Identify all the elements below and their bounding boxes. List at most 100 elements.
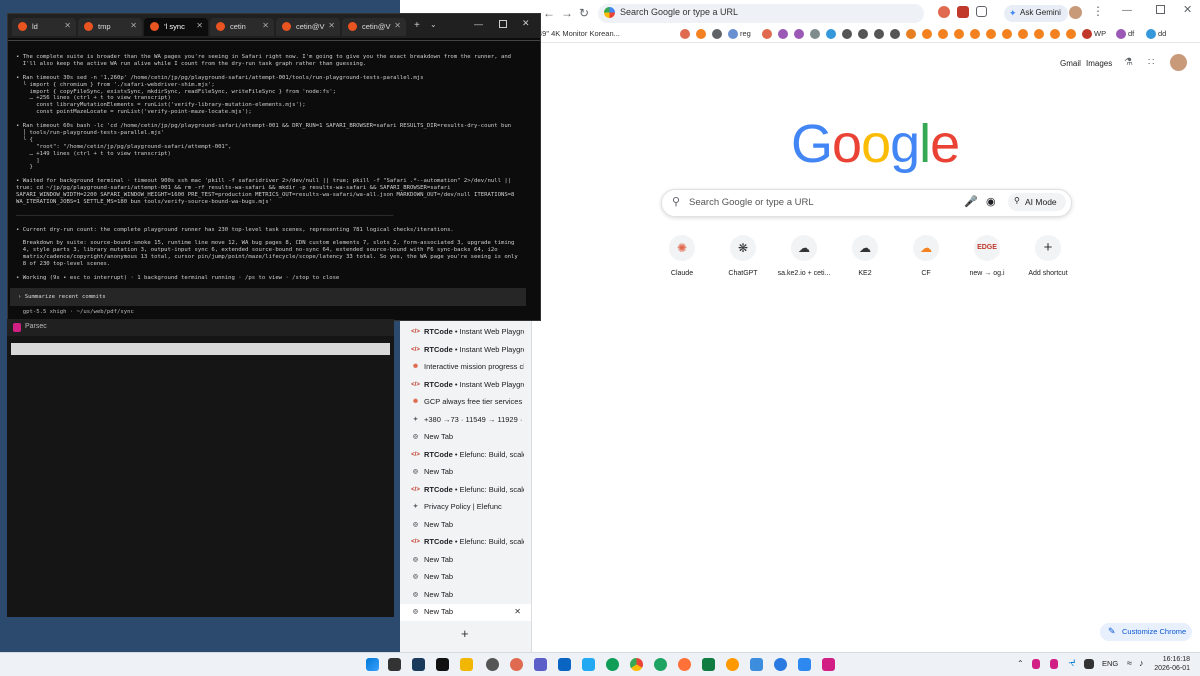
close-icon[interactable]: ✕ [328, 21, 335, 30]
vertical-tab[interactable]: </> RTCode • Instant Web Playgrou [400, 342, 531, 359]
vertical-tab[interactable]: </> RTCode • Elefunc: Build, scale, a [400, 447, 531, 464]
remote-desktop-screen[interactable] [11, 343, 390, 355]
file-explorer-icon[interactable] [460, 658, 473, 671]
app-icon[interactable] [726, 658, 739, 671]
customize-chrome-button[interactable]: ✎ Customize Chrome [1100, 623, 1192, 641]
bookmark-icon[interactable] [906, 29, 916, 39]
new-tab-plus-icon[interactable]: + [414, 20, 420, 31]
clock-time[interactable]: 16:16:18 [1152, 656, 1190, 663]
close-icon[interactable]: ✕ [394, 21, 401, 30]
ask-gemini-button[interactable]: ✦ Ask Gemini [1004, 5, 1068, 22]
shortcut-claude[interactable]: ✺ Claude [654, 235, 710, 277]
terminal-tab[interactable]: cetin@V ✕ [342, 18, 406, 36]
bookmark-icon[interactable] [890, 29, 900, 39]
menu-kebab-icon[interactable]: ⋮ [1092, 4, 1104, 18]
vertical-tab[interactable]: </> RTCode • Instant Web Playgrou [400, 377, 531, 394]
chevron-down-icon[interactable]: ⌄ [430, 20, 437, 29]
close-icon[interactable]: ✕ [522, 18, 530, 29]
app-icon[interactable] [774, 658, 787, 671]
app-icon[interactable] [798, 658, 811, 671]
minimize-icon[interactable]: — [1122, 5, 1132, 16]
shortcut-cf[interactable]: ☁ CF [898, 235, 954, 277]
vertical-tab[interactable]: ◎ New Tab [400, 464, 531, 481]
shortcut-ke2[interactable]: ☁ KE2 [837, 235, 893, 277]
close-icon[interactable]: ✕ [1183, 3, 1192, 16]
new-tab-plus-icon[interactable]: + [461, 626, 469, 641]
vertical-tab[interactable]: </> RTCode • Instant Web Playgrou [400, 324, 531, 341]
bookmark-icon[interactable] [922, 29, 932, 39]
app-icon[interactable] [412, 658, 425, 671]
clock-date[interactable]: 2026-06-01 [1152, 665, 1190, 672]
tray-icon[interactable] [1050, 659, 1058, 669]
add-shortcut[interactable]: + Add shortcut [1020, 235, 1076, 277]
bookmark-icon[interactable] [1066, 29, 1076, 39]
language-indicator[interactable]: ENG [1102, 659, 1118, 668]
extension-icon[interactable] [957, 6, 969, 18]
app-icon[interactable] [388, 658, 401, 671]
volume-icon[interactable]: ♪ [1139, 658, 1144, 668]
labs-flask-icon[interactable]: ⚗ [1124, 57, 1133, 68]
vertical-tab[interactable]: ◎ New Tab ✕ [400, 604, 531, 621]
vertical-tab[interactable]: ✦ +380 →73 · 11549 → 11929 · +3 [400, 412, 531, 429]
vertical-tab[interactable]: ◎ New Tab [400, 569, 531, 586]
vertical-tab[interactable]: </> RTCode • Elefunc: Build, scale, a [400, 534, 531, 551]
maximize-icon[interactable] [499, 20, 507, 28]
terminal-tab[interactable]: cetin@V ✕ [276, 18, 340, 36]
vertical-tab[interactable]: ✺ GCP always free tier services ov [400, 394, 531, 411]
minimize-icon[interactable]: — [474, 19, 483, 29]
firefox-icon[interactable] [678, 658, 691, 671]
bookmark-icon[interactable] [1002, 29, 1012, 39]
terminal-app-icon[interactable] [436, 658, 449, 671]
tray-icon[interactable] [1032, 659, 1040, 669]
terminal-tab[interactable]: tmp ✕ [78, 18, 142, 36]
vertical-tab[interactable]: ◎ New Tab [400, 429, 531, 446]
chevron-up-icon[interactable]: ⌃ [1017, 659, 1024, 668]
reload-icon[interactable]: ↻ [579, 6, 589, 20]
account-avatar[interactable] [1170, 54, 1187, 71]
app-icon[interactable] [606, 658, 619, 671]
bookmark-icon[interactable] [810, 29, 820, 39]
start-icon[interactable] [366, 658, 379, 671]
bookmark-icon[interactable] [1018, 29, 1028, 39]
bookmark-icon[interactable] [728, 29, 738, 39]
bookmark-icon[interactable] [842, 29, 852, 39]
back-icon[interactable]: ← [543, 6, 555, 20]
bookmark-icon[interactable] [938, 29, 948, 39]
bookmark-claude-icon[interactable] [680, 29, 690, 39]
vertical-tab[interactable]: ◎ New Tab [400, 517, 531, 534]
bookmark-icon[interactable] [1146, 29, 1156, 39]
shortcut-og[interactable]: EDGE new → og.i [959, 235, 1015, 277]
bookmark-wp-icon[interactable] [1082, 29, 1092, 39]
profile-avatar[interactable] [1069, 6, 1082, 19]
close-icon[interactable]: ✕ [196, 21, 203, 30]
omnibox[interactable]: Search Google or type a URL [598, 4, 924, 23]
maximize-icon[interactable] [1156, 5, 1165, 14]
terminal-tab[interactable]: cetin ✕ [210, 18, 274, 36]
images-link[interactable]: Images [1086, 59, 1112, 68]
close-tab-icon[interactable]: ✕ [514, 607, 521, 616]
ai-mode-button[interactable]: ⚲ AI Mode [1008, 193, 1066, 211]
bookmark-dd[interactable]: dd [1158, 29, 1166, 38]
app-icon[interactable] [534, 658, 547, 671]
voice-search-icon[interactable]: 🎤 [964, 195, 978, 208]
bluetooth-icon[interactable]: ᔵ [1068, 658, 1076, 669]
bookmark-icon[interactable] [778, 29, 788, 39]
prompt-input[interactable]: › Summarize recent commits [10, 288, 526, 306]
close-icon[interactable]: ✕ [64, 21, 71, 30]
vertical-tab[interactable]: ◎ New Tab [400, 587, 531, 604]
shortcut-ke2-ceti[interactable]: ☁ sa.ke2.io + ceti... [776, 235, 832, 277]
bookmark-monitor[interactable]: 49" 4K Monitor Korean... [538, 29, 620, 38]
forward-icon[interactable]: → [561, 6, 573, 20]
google-search-box[interactable]: ⚲ Search Google or type a URL 🎤 ◉ ⚲ AI M… [661, 189, 1072, 217]
bookmark-icon[interactable] [954, 29, 964, 39]
app-icon[interactable] [750, 658, 763, 671]
wifi-icon[interactable]: ≈ [1127, 658, 1132, 668]
bookmark-reg[interactable]: reg [740, 29, 751, 38]
bookmark-icon[interactable] [762, 29, 772, 39]
terminal-tab[interactable]: ld ✕ [12, 18, 76, 36]
claude-ext-icon[interactable] [938, 6, 950, 18]
claude-app-icon[interactable] [510, 658, 523, 671]
bookmark-icon[interactable] [794, 29, 804, 39]
close-icon[interactable]: ✕ [262, 21, 269, 30]
shortcut-chatgpt[interactable]: ❋ ChatGPT [715, 235, 771, 277]
